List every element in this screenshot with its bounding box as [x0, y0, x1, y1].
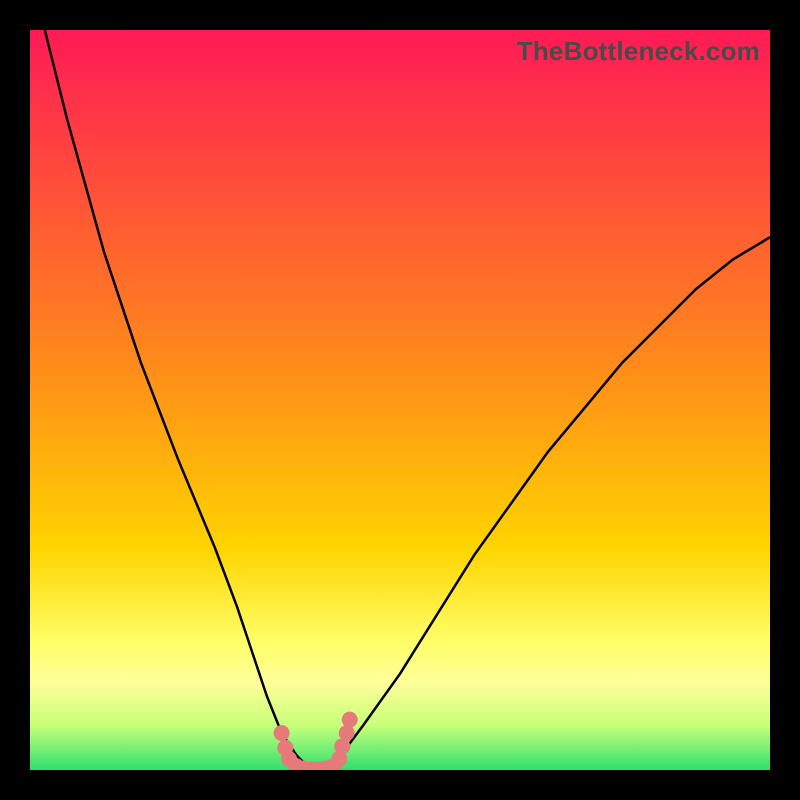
marker-dot: [274, 725, 290, 741]
marker-dot: [342, 712, 358, 728]
marker-dot: [339, 725, 355, 741]
chart-svg: [30, 30, 770, 770]
gradient-background: [30, 30, 770, 770]
chart-plot-area: TheBottleneck.com: [30, 30, 770, 770]
watermark-text: TheBottleneck.com: [517, 36, 760, 67]
page-frame: TheBottleneck.com: [0, 0, 800, 800]
